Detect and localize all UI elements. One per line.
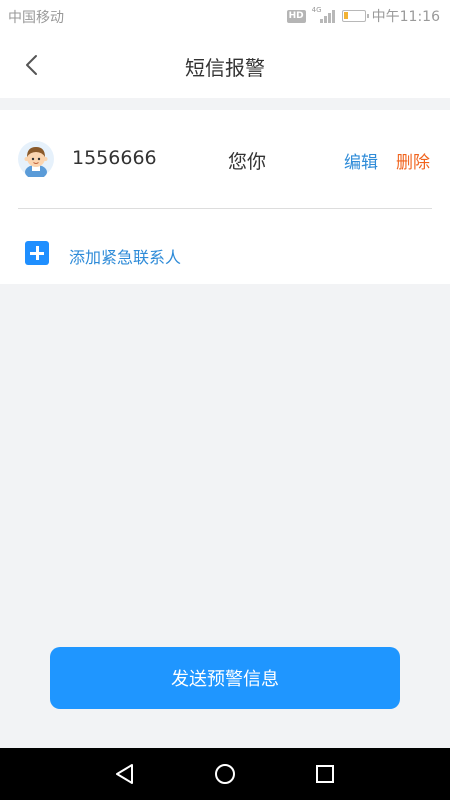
boy-avatar-icon: [18, 141, 54, 177]
contact-row: 1556666 您你 编辑 删除: [0, 110, 450, 208]
contacts-card: 1556666 您你 编辑 删除 添加紧急联系人: [0, 110, 450, 284]
circle-home-icon[interactable]: [213, 762, 237, 786]
square-recents-icon[interactable]: [313, 762, 337, 786]
divider: [18, 208, 432, 209]
plus-square-icon: [25, 241, 49, 265]
contact-name: 您你: [228, 151, 267, 173]
system-nav-bar: [0, 748, 450, 800]
page-title: 短信报警: [185, 56, 265, 80]
triangle-back-icon[interactable]: [113, 762, 137, 786]
delete-contact-button[interactable]: 删除: [396, 148, 430, 173]
battery-icon: [341, 10, 369, 22]
carrier-label: 中国移动: [8, 10, 64, 26]
status-icons: HD 4G 中午11:16: [286, 6, 440, 26]
hd-icon: HD: [286, 9, 306, 23]
signal-icon: 4G: [311, 6, 336, 24]
battery-level-fill: [343, 12, 348, 19]
network-label: 4G: [311, 6, 322, 14]
status-bar: 中国移动 HD 4G 中午11:16: [0, 0, 450, 32]
app-header: 短信报警: [0, 32, 450, 98]
add-contact-label: 添加紧急联系人: [69, 248, 182, 267]
add-contact-button[interactable]: 添加紧急联系人: [0, 228, 450, 268]
screen: 中国移动 HD 4G 中午11:16 短信报警 1556666 您你 编辑 删除…: [0, 0, 450, 800]
contact-phone: 1556666: [72, 147, 157, 169]
send-alert-button[interactable]: 发送预警信息: [50, 647, 400, 709]
clock: 中午11:16: [371, 9, 440, 25]
edit-contact-button[interactable]: 编辑: [344, 148, 378, 173]
